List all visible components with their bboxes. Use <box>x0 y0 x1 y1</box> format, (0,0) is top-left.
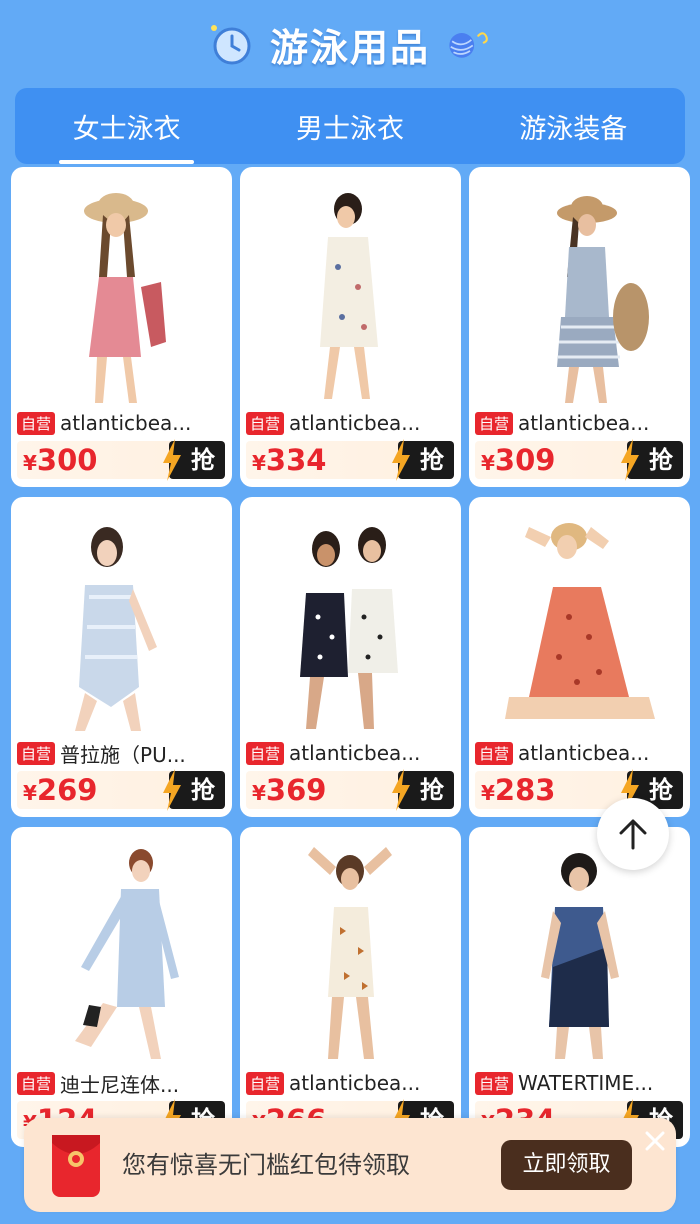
product-name: WATERTIME... <box>518 1071 654 1095</box>
product-name-row: 自营 atlanticbea... <box>246 740 456 766</box>
self-operated-tag: 自营 <box>17 1071 56 1095</box>
grab-button[interactable]: 抢 <box>163 769 225 811</box>
product-name: atlanticbea... <box>289 1071 421 1095</box>
product-price: ¥300 <box>23 443 98 477</box>
tab-swim-equipment[interactable]: 游泳装备 <box>462 88 685 164</box>
product-grid: 自营 atlanticbea... ¥300 抢 自营 atlanticbea.… <box>11 167 690 1167</box>
product-image <box>557 196 649 403</box>
grab-button[interactable]: 抢 <box>392 769 454 811</box>
product-price: ¥269 <box>23 773 98 807</box>
product-name: atlanticbea... <box>289 411 421 435</box>
product-image <box>308 847 392 1059</box>
price-bar: ¥309 抢 <box>475 439 683 481</box>
category-tabs: 女士泳衣 男士泳衣 游泳装备 <box>15 88 685 164</box>
price-bar: ¥300 抢 <box>17 439 225 481</box>
clock-sticker-icon <box>210 25 251 65</box>
product-name: atlanticbea... <box>60 411 192 435</box>
product-card[interactable]: 自营 atlanticbea... ¥300 抢 <box>11 167 232 487</box>
ball-sticker-icon <box>449 32 488 58</box>
back-to-top-button[interactable] <box>597 798 669 870</box>
lightning-icon <box>392 769 410 811</box>
price-bar: ¥269 抢 <box>17 769 225 811</box>
self-operated-tag: 自营 <box>17 741 56 765</box>
self-operated-tag: 自营 <box>246 741 285 765</box>
product-image <box>505 523 655 719</box>
close-icon[interactable] <box>644 1130 666 1152</box>
product-name-row: 自营 atlanticbea... <box>475 410 685 436</box>
product-card[interactable]: 自营 atlanticbea... ¥309 抢 <box>469 167 690 487</box>
lightning-icon <box>621 439 639 481</box>
product-image <box>75 527 157 731</box>
product-image <box>75 849 179 1059</box>
product-name-row: 自营 普拉施（PU... <box>17 740 227 767</box>
product-price: ¥334 <box>252 443 327 477</box>
product-name-row: 自营 WATERTIME... <box>475 1070 685 1096</box>
product-card[interactable]: 自营 普拉施（PU... ¥269 抢 <box>11 497 232 817</box>
price-bar: ¥369 抢 <box>246 769 454 811</box>
grab-button[interactable]: 抢 <box>163 439 225 481</box>
lightning-icon <box>392 439 410 481</box>
product-price: ¥369 <box>252 773 327 807</box>
product-name-row: 自营 atlanticbea... <box>246 410 456 436</box>
header: 游泳用品 <box>0 0 700 88</box>
product-name: 迪士尼连体... <box>60 1072 180 1097</box>
lightning-icon <box>163 769 181 811</box>
self-operated-tag: 自营 <box>17 411 56 435</box>
grab-button[interactable]: 抢 <box>392 439 454 481</box>
product-price: ¥283 <box>481 773 556 807</box>
product-name: atlanticbea... <box>518 411 650 435</box>
banner-text: 您有惊喜无门槛红包待领取 <box>122 1151 410 1179</box>
product-price: ¥309 <box>481 443 556 477</box>
product-card[interactable]: 自营 atlanticbea... ¥283 抢 <box>469 497 690 817</box>
product-card[interactable]: 自营 atlanticbea... ¥369 抢 <box>240 497 461 817</box>
product-image <box>84 193 166 403</box>
arrow-up-icon <box>619 819 647 850</box>
product-name-row: 自营 迪士尼连体... <box>17 1070 227 1097</box>
product-name-row: 自营 atlanticbea... <box>17 410 227 436</box>
product-name: atlanticbea... <box>518 741 650 765</box>
tab-women-swimwear[interactable]: 女士泳衣 <box>15 88 238 164</box>
self-operated-tag: 自营 <box>246 411 285 435</box>
product-card[interactable]: 自营 迪士尼连体... ¥124 抢 <box>11 827 232 1147</box>
product-image <box>320 193 378 399</box>
self-operated-tag: 自营 <box>475 1071 514 1095</box>
product-card[interactable]: 自营 atlanticbea... ¥266 抢 <box>240 827 461 1147</box>
red-packet-icon <box>52 1135 100 1197</box>
tab-men-swimwear[interactable]: 男士泳衣 <box>238 88 461 164</box>
product-name-row: 自营 atlanticbea... <box>246 1070 456 1096</box>
claim-now-button[interactable]: 立即领取 <box>501 1140 632 1190</box>
self-operated-tag: 自营 <box>475 411 514 435</box>
price-bar: ¥334 抢 <box>246 439 454 481</box>
product-card[interactable]: 自营 WATERTIME... ¥234 抢 <box>469 827 690 1147</box>
product-card[interactable]: 自营 atlanticbea... ¥334 抢 <box>240 167 461 487</box>
product-name-row: 自营 atlanticbea... <box>475 740 685 766</box>
red-packet-banner[interactable]: 您有惊喜无门槛红包待领取 立即领取 <box>24 1118 676 1212</box>
product-image <box>541 853 619 1059</box>
product-name: atlanticbea... <box>289 741 421 765</box>
product-name: 普拉施（PU... <box>60 742 186 767</box>
product-image <box>300 527 398 729</box>
grab-button[interactable]: 抢 <box>621 439 683 481</box>
self-operated-tag: 自营 <box>475 741 514 765</box>
lightning-icon <box>163 439 181 481</box>
page-title: 游泳用品 <box>269 25 430 70</box>
self-operated-tag: 自营 <box>246 1071 285 1095</box>
